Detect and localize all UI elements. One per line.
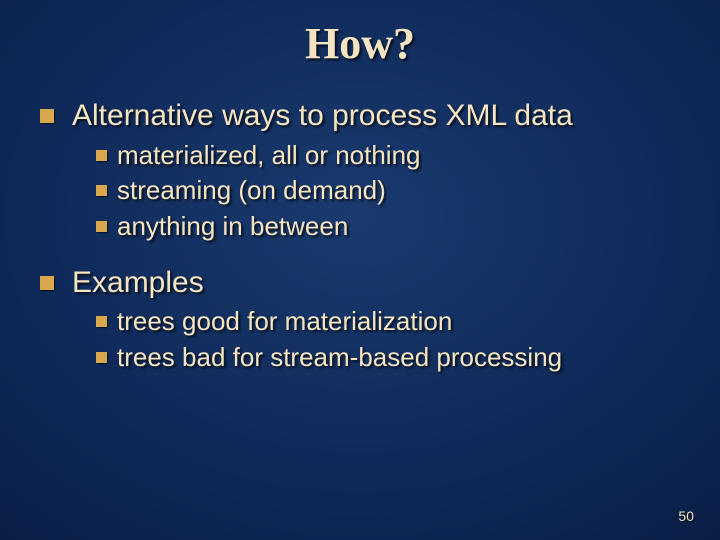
bullet-text: trees good for materialization <box>117 305 452 339</box>
slide-title: How? <box>0 0 720 69</box>
bullet-text: materialized, all or nothing <box>117 139 421 173</box>
square-bullet-icon <box>40 276 54 290</box>
square-bullet-icon <box>96 316 107 327</box>
slide-body: Alternative ways to process XML data mat… <box>0 69 720 375</box>
section-heading: Examples <box>72 264 204 302</box>
bullet-level1: Examples <box>40 264 680 302</box>
bullet-text: trees bad for stream-based processing <box>117 341 562 375</box>
slide-container: How? Alternative ways to process XML dat… <box>0 0 720 540</box>
section-heading: Alternative ways to process XML data <box>72 97 573 135</box>
bullet-level2: anything in between <box>96 210 680 244</box>
bullet-level2: streaming (on demand) <box>96 174 680 208</box>
bullet-level2: trees bad for stream-based processing <box>96 341 680 375</box>
square-bullet-icon <box>96 185 107 196</box>
title-text: How? <box>305 19 415 68</box>
page-number: 50 <box>678 508 694 524</box>
bullet-text: streaming (on demand) <box>117 174 386 208</box>
bullet-level2: materialized, all or nothing <box>96 139 680 173</box>
spacer <box>40 246 680 256</box>
bullet-level1: Alternative ways to process XML data <box>40 97 680 135</box>
bullet-level2: trees good for materialization <box>96 305 680 339</box>
square-bullet-icon <box>40 109 54 123</box>
square-bullet-icon <box>96 150 107 161</box>
bullet-text: anything in between <box>117 210 348 244</box>
square-bullet-icon <box>96 352 107 363</box>
square-bullet-icon <box>96 221 107 232</box>
